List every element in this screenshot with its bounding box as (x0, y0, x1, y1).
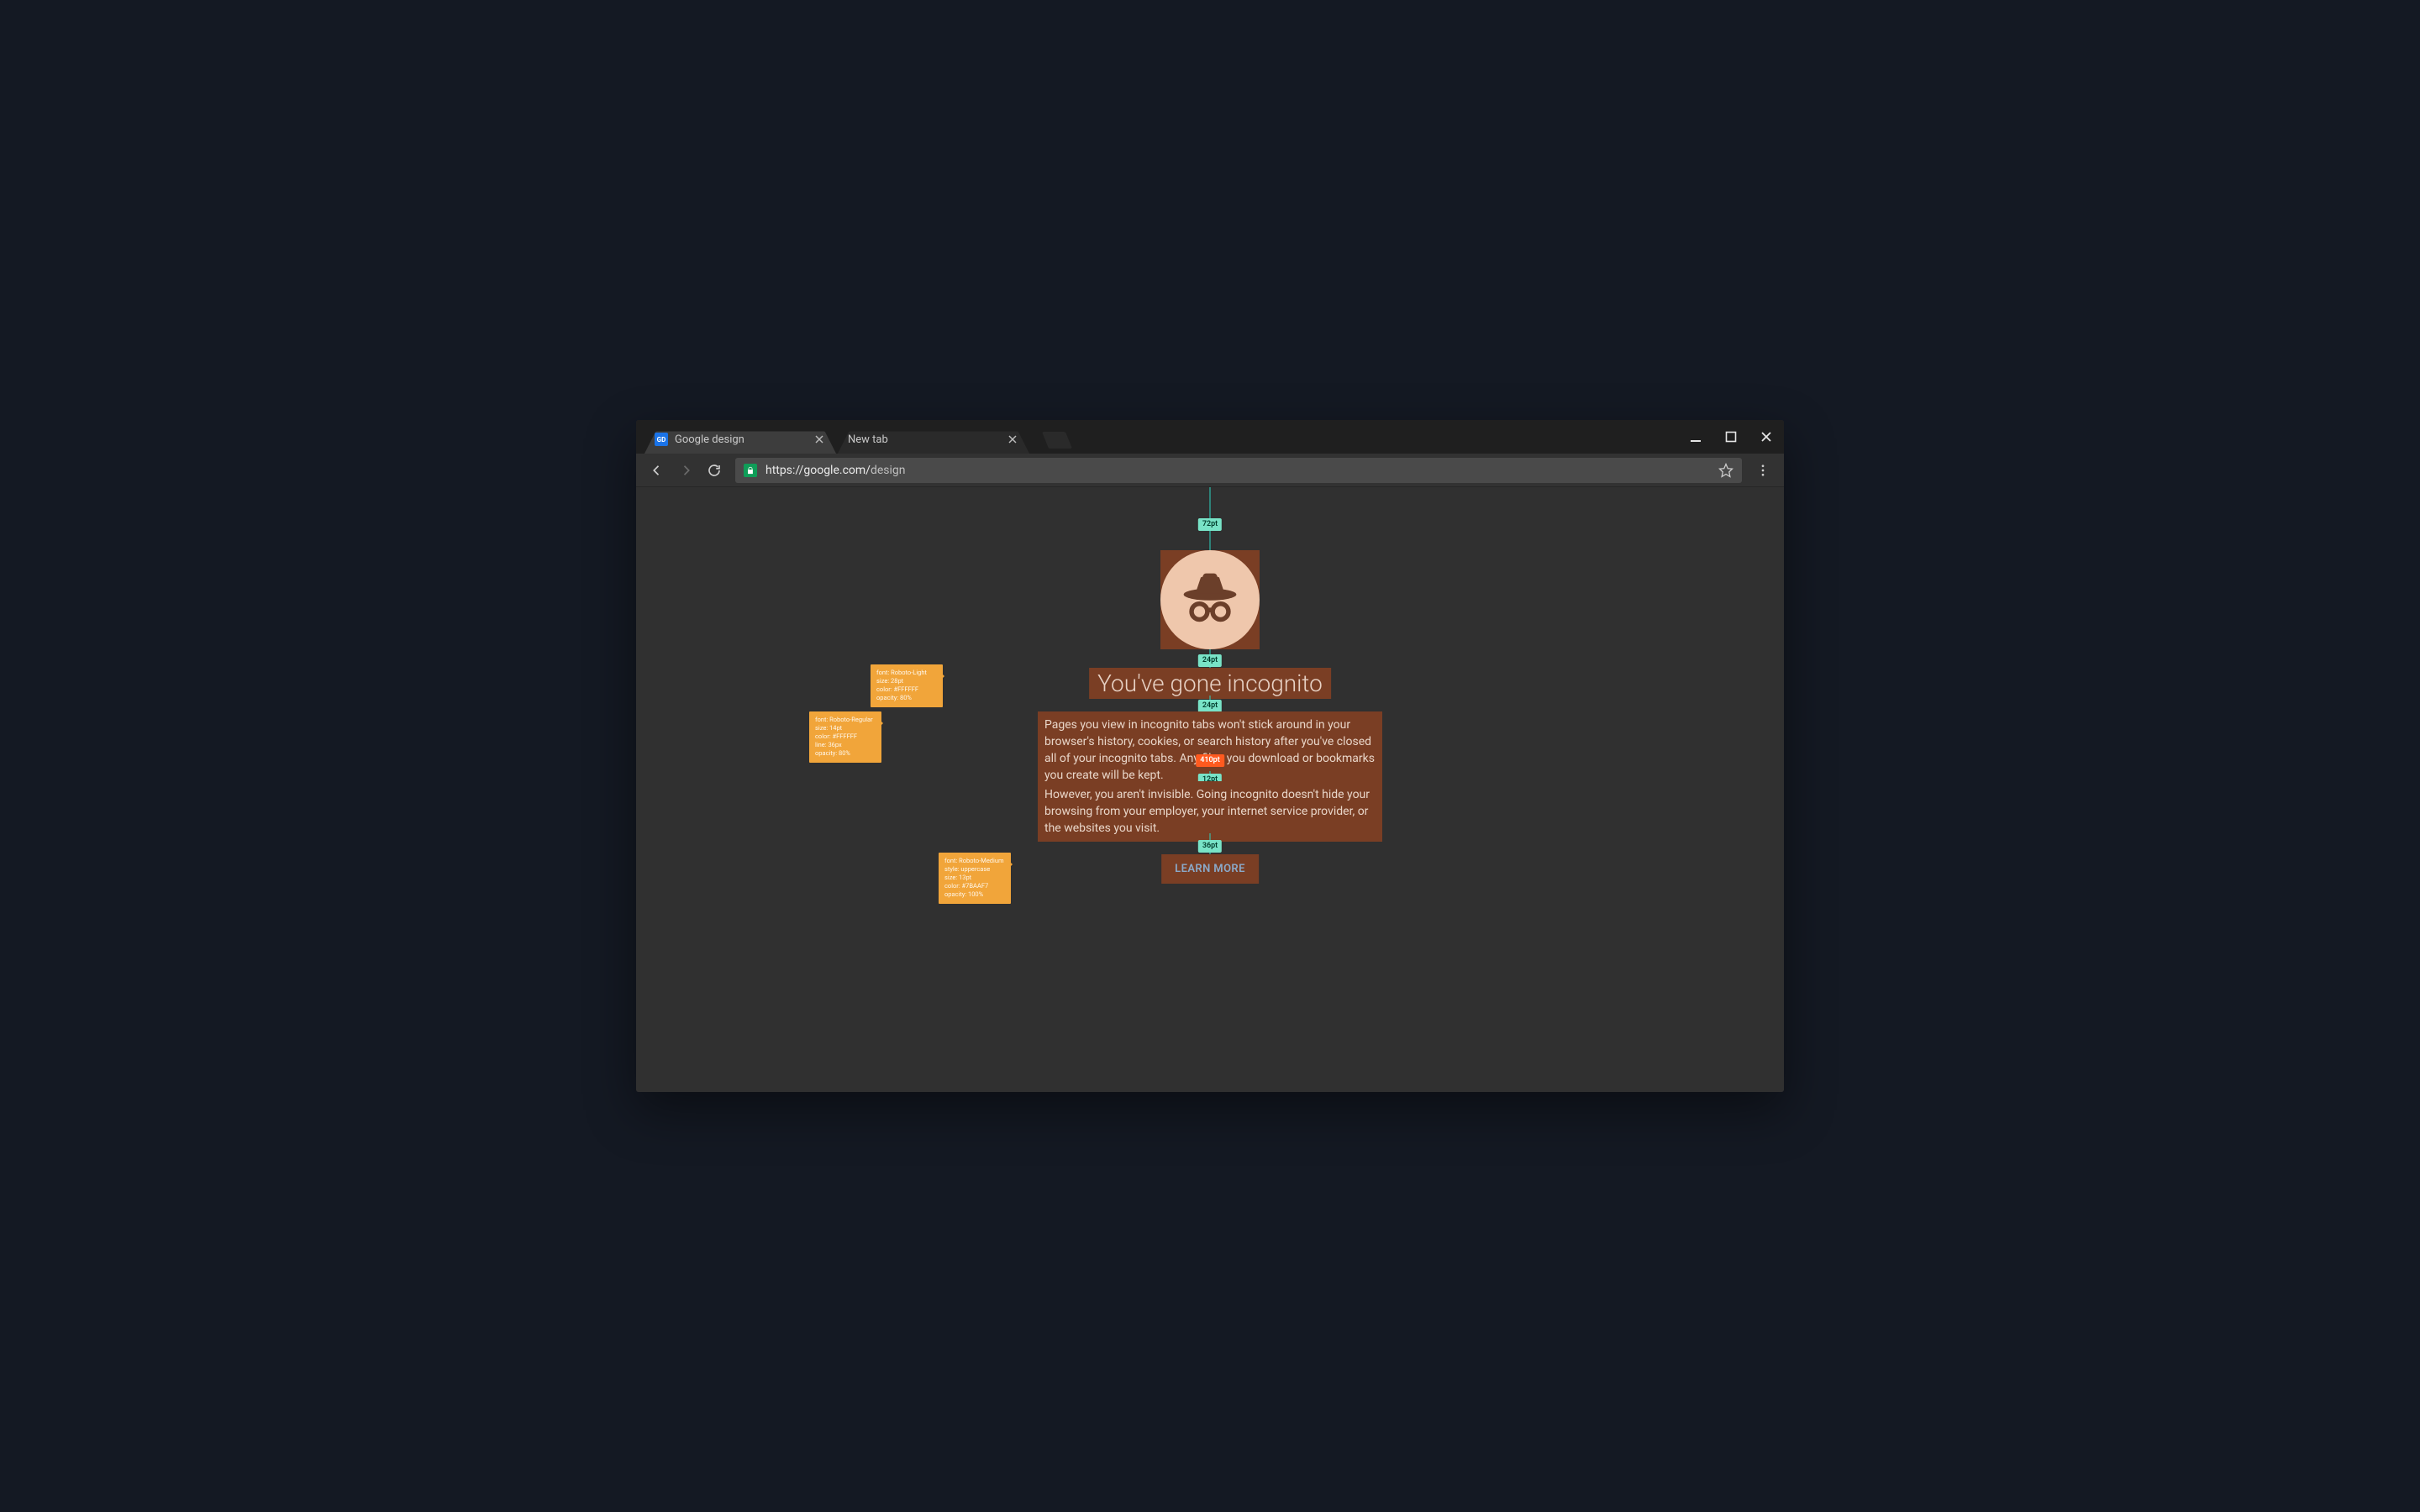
viewport: 72pt (636, 487, 1784, 1092)
measurement-pill: 24pt (1198, 700, 1222, 712)
address-bar[interactable]: https://google.com/design (735, 458, 1742, 483)
new-tab-button[interactable] (1042, 432, 1072, 449)
url-path: design (871, 464, 906, 477)
measurement-pill: 36pt (1198, 840, 1222, 853)
close-tab-icon[interactable] (814, 434, 824, 444)
url-origin: https://google.com/ (765, 464, 871, 477)
tab-google-design[interactable]: GD Google design (644, 425, 836, 454)
lock-icon (744, 464, 757, 477)
page-title: You've gone incognito (1089, 668, 1331, 699)
reload-button[interactable] (702, 458, 727, 483)
tab-label: Google design (675, 433, 744, 446)
spec-card-title: font: Roboto-Light size: 28pt color: #FF… (871, 664, 943, 707)
browser-window: GD Google design New tab (636, 420, 1784, 1092)
maximize-icon[interactable] (1725, 431, 1737, 443)
tab-new-tab[interactable]: New tab (838, 425, 1029, 454)
width-pill: 410pt (1196, 754, 1224, 767)
tab-label: New tab (848, 433, 888, 446)
spec-card-body: font: Roboto-Regular size: 14pt color: #… (809, 711, 881, 763)
tab-strip: GD Google design New tab (636, 420, 1784, 454)
forward-button (673, 458, 698, 483)
incognito-icon (1160, 550, 1260, 649)
window-controls (1690, 420, 1772, 454)
spec-card-button: font: Roboto-Medium style: uppercase siz… (939, 853, 1011, 904)
url-text: https://google.com/design (765, 464, 906, 477)
close-window-icon[interactable] (1760, 431, 1772, 443)
incognito-icon-tile (1160, 550, 1260, 649)
toolbar: https://google.com/design (636, 454, 1784, 487)
favicon-icon: GD (655, 433, 668, 446)
minimize-icon[interactable] (1690, 431, 1702, 443)
overflow-menu-icon[interactable] (1750, 458, 1776, 483)
learn-more-button[interactable]: LEARN MORE (1161, 854, 1259, 884)
measurement-pill: 72pt (1198, 518, 1222, 531)
close-tab-icon[interactable] (1007, 434, 1018, 444)
incognito-page: 72pt (636, 487, 1784, 1092)
back-button[interactable] (644, 458, 670, 483)
bookmark-star-icon[interactable] (1718, 463, 1733, 478)
measurement-pill: 24pt (1198, 654, 1222, 667)
